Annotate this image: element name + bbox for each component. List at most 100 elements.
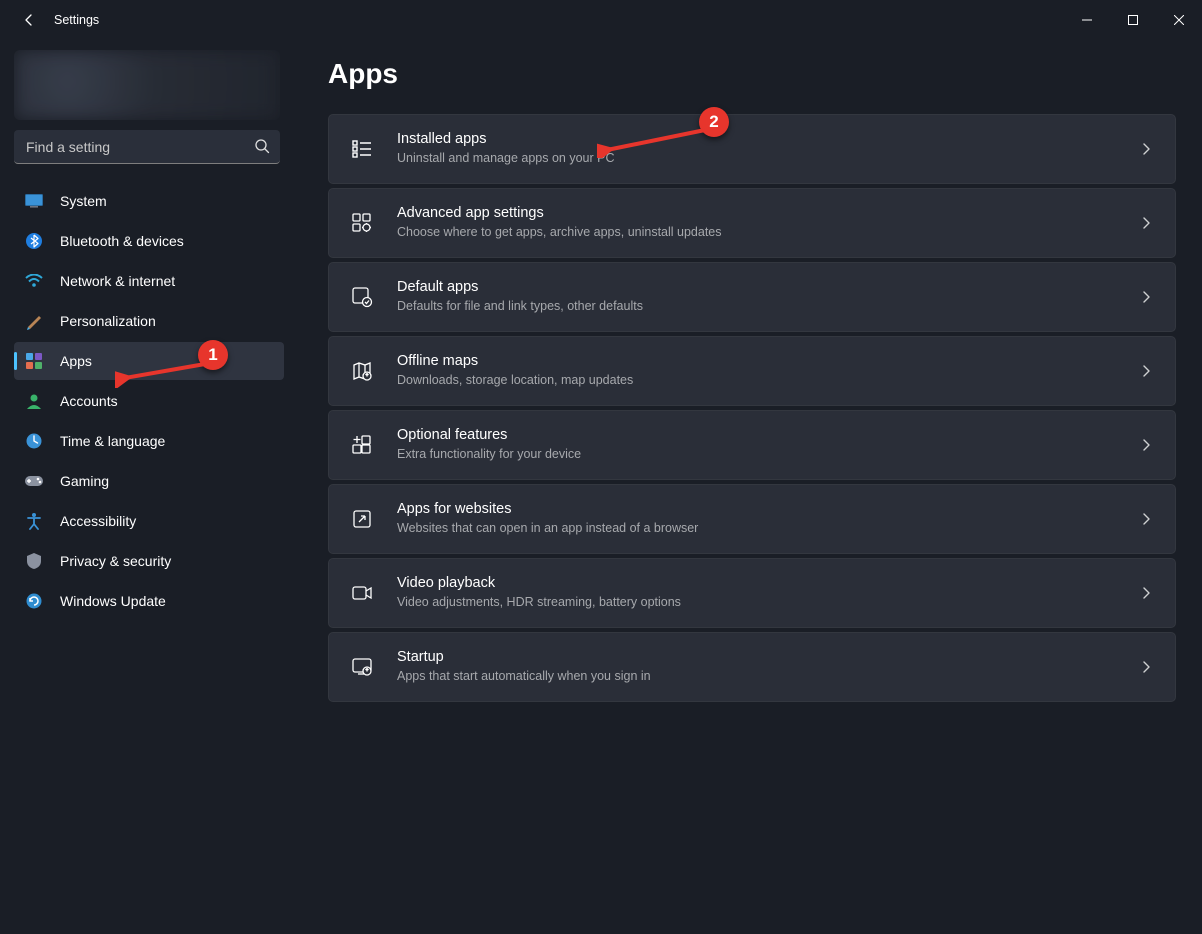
advanced-settings-icon — [349, 210, 375, 236]
paintbrush-icon — [24, 311, 44, 331]
card-title: Default apps — [397, 279, 1139, 296]
sidebar-item-time-language[interactable]: Time & language — [14, 422, 284, 460]
account-block[interactable] — [14, 50, 280, 120]
card-subtitle: Uninstall and manage apps on your PC — [397, 150, 1139, 167]
chevron-right-icon — [1139, 512, 1153, 526]
sidebar-item-label: Bluetooth & devices — [60, 233, 184, 249]
card-text: Installed apps Uninstall and manage apps… — [397, 131, 1139, 167]
sidebar-item-network[interactable]: Network & internet — [14, 262, 284, 300]
card-advanced-app-settings[interactable]: Advanced app settings Choose where to ge… — [328, 188, 1176, 258]
card-title: Video playback — [397, 575, 1139, 592]
sidebar-item-label: System — [60, 193, 107, 209]
accessibility-icon — [24, 511, 44, 531]
card-title: Offline maps — [397, 353, 1139, 370]
card-optional-features[interactable]: Optional features Extra functionality fo… — [328, 410, 1176, 480]
card-title: Apps for websites — [397, 501, 1139, 518]
card-subtitle: Extra functionality for your device — [397, 446, 1139, 463]
titlebar: Settings — [0, 0, 1202, 40]
card-subtitle: Downloads, storage location, map updates — [397, 372, 1139, 389]
search-wrap — [14, 130, 280, 164]
bluetooth-icon — [24, 231, 44, 251]
installed-apps-icon — [349, 136, 375, 162]
window-title: Settings — [54, 13, 99, 27]
card-installed-apps[interactable]: Installed apps Uninstall and manage apps… — [328, 114, 1176, 184]
card-video-playback[interactable]: Video playback Video adjustments, HDR st… — [328, 558, 1176, 628]
chevron-right-icon — [1139, 586, 1153, 600]
chevron-right-icon — [1139, 142, 1153, 156]
card-text: Startup Apps that start automatically wh… — [397, 649, 1139, 685]
video-icon — [349, 580, 375, 606]
account-icon — [24, 391, 44, 411]
card-apps-for-websites[interactable]: Apps for websites Websites that can open… — [328, 484, 1176, 554]
shield-icon — [24, 551, 44, 571]
sidebar-item-accounts[interactable]: Accounts — [14, 382, 284, 420]
minimize-icon — [1082, 15, 1092, 25]
card-startup[interactable]: Startup Apps that start automatically wh… — [328, 632, 1176, 702]
minimize-button[interactable] — [1064, 4, 1110, 36]
sidebar-item-label: Personalization — [60, 313, 156, 329]
card-text: Video playback Video adjustments, HDR st… — [397, 575, 1139, 611]
search-icon — [254, 138, 270, 154]
sidebar-item-label: Gaming — [60, 473, 109, 489]
close-button[interactable] — [1156, 4, 1202, 36]
card-title: Advanced app settings — [397, 205, 1139, 222]
card-subtitle: Websites that can open in an app instead… — [397, 520, 1139, 537]
map-icon — [349, 358, 375, 384]
main-content: Apps Installed apps Uninstall and manage… — [300, 40, 1202, 934]
account-blur — [14, 50, 280, 120]
card-text: Optional features Extra functionality fo… — [397, 427, 1139, 463]
sidebar-item-label: Time & language — [60, 433, 165, 449]
maximize-button[interactable] — [1110, 4, 1156, 36]
card-text: Default apps Defaults for file and link … — [397, 279, 1139, 315]
sidebar-item-apps[interactable]: Apps — [14, 342, 284, 380]
sidebar-item-label: Accessibility — [60, 513, 136, 529]
wifi-icon — [24, 271, 44, 291]
page-title: Apps — [328, 58, 1176, 90]
sidebar-item-personalization[interactable]: Personalization — [14, 302, 284, 340]
card-subtitle: Defaults for file and link types, other … — [397, 298, 1139, 315]
chevron-right-icon — [1139, 216, 1153, 230]
card-title: Startup — [397, 649, 1139, 666]
arrow-left-icon — [21, 12, 37, 28]
card-title: Installed apps — [397, 131, 1139, 148]
card-default-apps[interactable]: Default apps Defaults for file and link … — [328, 262, 1176, 332]
card-text: Offline maps Downloads, storage location… — [397, 353, 1139, 389]
card-text: Apps for websites Websites that can open… — [397, 501, 1139, 537]
optional-features-icon — [349, 432, 375, 458]
card-offline-maps[interactable]: Offline maps Downloads, storage location… — [328, 336, 1176, 406]
apps-icon — [24, 351, 44, 371]
search-input[interactable] — [14, 130, 280, 164]
gaming-icon — [24, 471, 44, 491]
sidebar-item-privacy[interactable]: Privacy & security — [14, 542, 284, 580]
sidebar: System Bluetooth & devices Network & int… — [0, 40, 300, 934]
sidebar-item-label: Privacy & security — [60, 553, 171, 569]
card-subtitle: Choose where to get apps, archive apps, … — [397, 224, 1139, 241]
card-subtitle: Video adjustments, HDR streaming, batter… — [397, 594, 1139, 611]
close-icon — [1174, 15, 1184, 25]
apps-websites-icon — [349, 506, 375, 532]
system-icon — [24, 191, 44, 211]
startup-icon — [349, 654, 375, 680]
back-button[interactable] — [14, 12, 44, 28]
update-icon — [24, 591, 44, 611]
card-subtitle: Apps that start automatically when you s… — [397, 668, 1139, 685]
sidebar-item-system[interactable]: System — [14, 182, 284, 220]
maximize-icon — [1128, 15, 1138, 25]
nav: System Bluetooth & devices Network & int… — [0, 182, 290, 620]
chevron-right-icon — [1139, 290, 1153, 304]
sidebar-item-bluetooth[interactable]: Bluetooth & devices — [14, 222, 284, 260]
sidebar-item-label: Apps — [60, 353, 92, 369]
default-apps-icon — [349, 284, 375, 310]
sidebar-item-label: Accounts — [60, 393, 118, 409]
sidebar-item-gaming[interactable]: Gaming — [14, 462, 284, 500]
clock-icon — [24, 431, 44, 451]
window-controls — [1064, 4, 1202, 36]
sidebar-item-windows-update[interactable]: Windows Update — [14, 582, 284, 620]
chevron-right-icon — [1139, 438, 1153, 452]
sidebar-item-accessibility[interactable]: Accessibility — [14, 502, 284, 540]
sidebar-item-label: Network & internet — [60, 273, 175, 289]
chevron-right-icon — [1139, 660, 1153, 674]
sidebar-item-label: Windows Update — [60, 593, 166, 609]
card-title: Optional features — [397, 427, 1139, 444]
card-text: Advanced app settings Choose where to ge… — [397, 205, 1139, 241]
